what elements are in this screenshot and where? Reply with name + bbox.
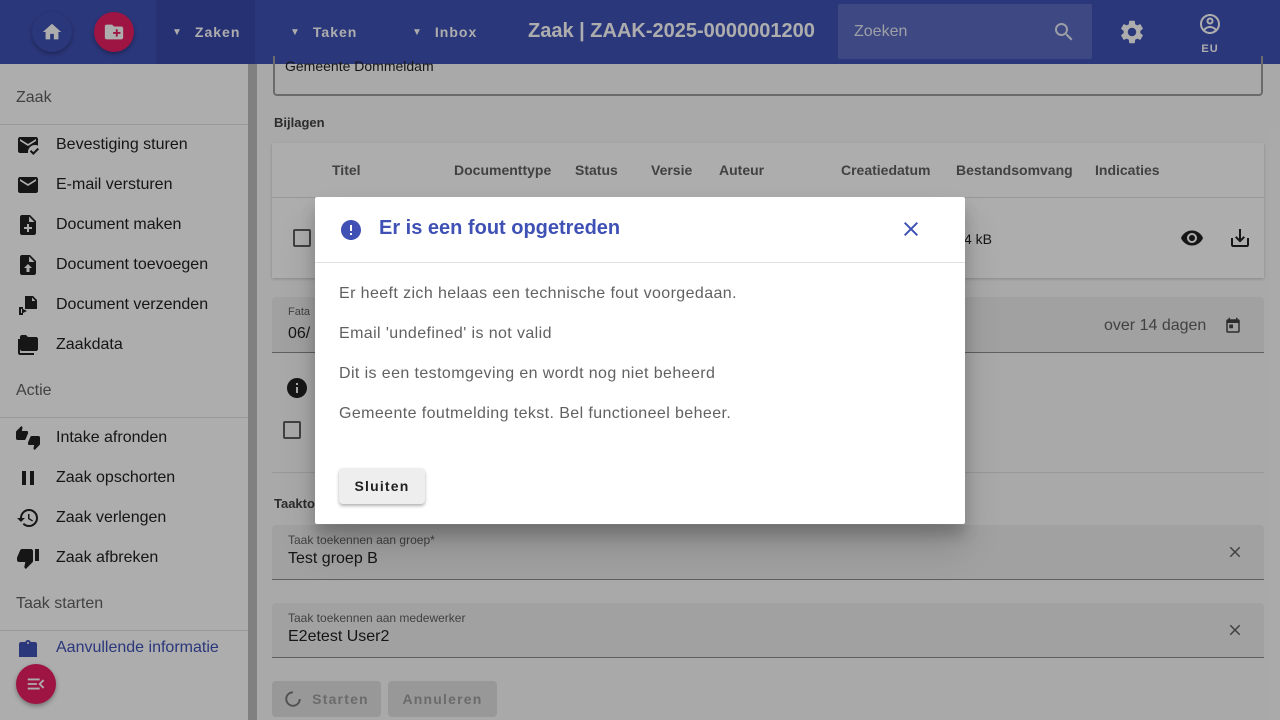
- dialog-close-button[interactable]: Sluiten: [339, 468, 425, 504]
- error-icon: [341, 220, 361, 240]
- dialog-message-line: Er heeft zich helaas een technische fout…: [339, 285, 737, 302]
- dialog-message-line: Gemeente foutmelding tekst. Bel function…: [339, 405, 732, 422]
- error-dialog: Er is een fout opgetreden Er heeft zich …: [315, 197, 965, 524]
- close-icon[interactable]: [899, 217, 923, 241]
- dialog-header: Er is een fout opgetreden: [315, 197, 965, 263]
- dialog-message-line: Email 'undefined' is not valid: [339, 325, 552, 342]
- dialog-message-line: Dit is een testomgeving en wordt nog nie…: [339, 365, 716, 382]
- dialog-title: Er is een fout opgetreden: [379, 217, 621, 239]
